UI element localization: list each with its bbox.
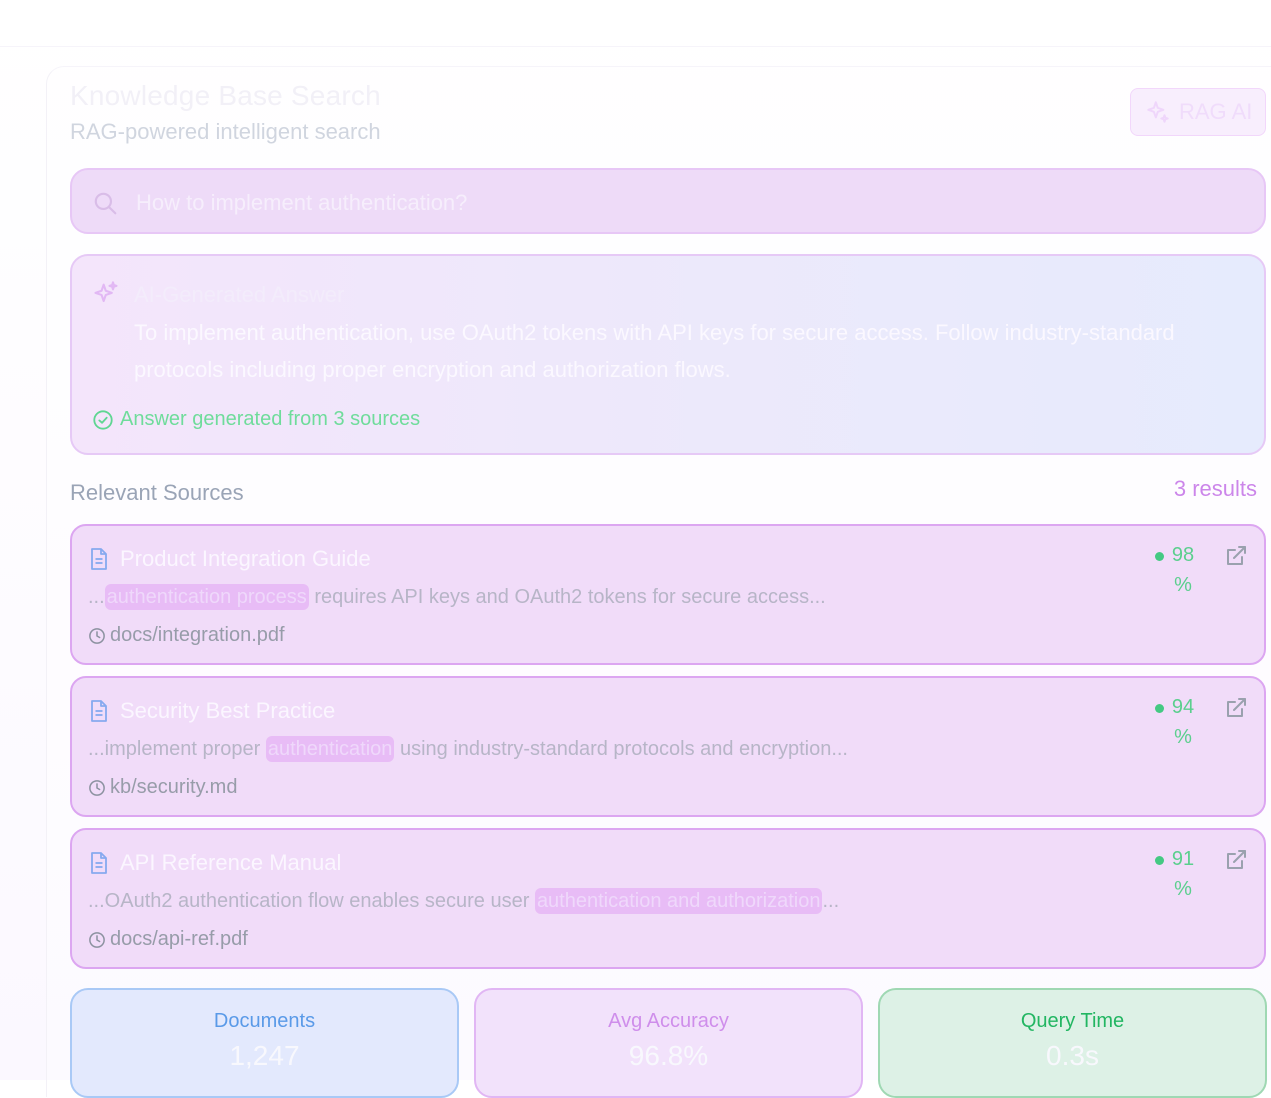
score-unit: % (1174, 726, 1192, 748)
score-unit: % (1174, 574, 1192, 596)
rag-ai-badge[interactable]: RAG AI (1130, 88, 1266, 136)
snippet-highlight: authentication process (104, 584, 309, 610)
stat-accuracy-label: Avg Accuracy (608, 1010, 729, 1032)
snippet-after: using industry-standard protocols and en… (394, 738, 848, 760)
source-path: kb/security.md (88, 776, 237, 799)
page-title: Knowledge Base Search (70, 80, 381, 111)
source-path-text: docs/integration.pdf (110, 624, 285, 646)
source-card[interactable]: Product Integration Guide ... authenticat… (70, 524, 1266, 665)
score-dot (1155, 552, 1164, 561)
snippet-before: ... (88, 586, 105, 608)
external-link-icon[interactable] (1224, 544, 1248, 568)
results-count: 3 results (1173, 476, 1257, 501)
source-snippet: ... authentication process requires API k… (88, 584, 826, 610)
snippet-after: requires API keys and OAuth2 tokens for … (308, 586, 826, 608)
sparkles-icon (94, 281, 118, 303)
source-path: docs/api-ref.pdf (88, 928, 248, 951)
source-card[interactable]: Security Best Practice ...implement prop… (70, 676, 1266, 817)
document-icon (91, 548, 107, 570)
source-title[interactable]: Security Best Practice (120, 698, 335, 724)
source-path-text: docs/api-ref.pdf (110, 928, 248, 950)
relevance-score: 91% (1155, 844, 1198, 904)
snippet-before: ...implement proper (88, 738, 266, 760)
score-unit: % (1174, 878, 1192, 900)
page-subtitle: RAG-powered intelligent search (70, 119, 381, 144)
rag-ai-badge-label: RAG AI (1179, 99, 1253, 124)
stat-query-time: Query Time 0.3s (878, 988, 1267, 1098)
search-input[interactable]: How to implement authentication? (136, 190, 467, 216)
snippet-highlight: authentication (265, 736, 395, 762)
clock-icon (89, 931, 105, 948)
answer-source-note: Answer generated from 3 sources (92, 408, 420, 431)
source-card[interactable]: API Reference Manual ...OAuth2 authentic… (70, 828, 1266, 969)
search-bar[interactable]: How to implement authentication? (70, 168, 1266, 234)
snippet-highlight: authentication and authorization (534, 888, 823, 914)
score-value: 91 (1171, 848, 1195, 870)
relevance-score: 94% (1155, 692, 1198, 752)
relevance-score: 98% (1155, 540, 1198, 600)
ai-answer-card: AI-Generated Answer To implement authent… (70, 254, 1266, 455)
app-window: Knowledge Base Search RAG-powered intell… (0, 0, 1271, 1098)
sources-heading: Relevant Sources (70, 480, 244, 505)
source-path-text: kb/security.md (110, 776, 238, 798)
stat-documents-value: 1,247 (229, 1040, 300, 1071)
search-icon (94, 192, 117, 215)
source-title[interactable]: API Reference Manual (120, 850, 341, 876)
stat-accuracy: Avg Accuracy 96.8% (474, 988, 863, 1098)
snippet-before: ...OAuth2 authentication flow enables se… (88, 890, 535, 912)
document-icon (91, 700, 107, 722)
source-snippet: ...implement proper authentication using… (88, 736, 848, 762)
stat-documents: Documents 1,247 (70, 988, 459, 1098)
snippet-after: ... (822, 890, 840, 912)
score-value: 98 (1171, 544, 1195, 566)
answer-source-note-text: Answer generated from 3 sources (120, 408, 421, 430)
score-dot (1155, 704, 1164, 713)
document-icon (91, 852, 107, 874)
clock-icon (89, 627, 105, 644)
score-dot (1155, 856, 1164, 865)
answer-body: To implement authentication, use OAuth2 … (134, 320, 1175, 382)
clock-icon (89, 779, 105, 796)
stat-query-time-value: 0.3s (1046, 1040, 1099, 1071)
stat-documents-label: Documents (213, 1010, 316, 1032)
stat-accuracy-value: 96.8% (628, 1040, 709, 1071)
check-circle-icon (93, 409, 113, 430)
source-path: docs/integration.pdf (88, 624, 285, 647)
score-value: 94 (1171, 696, 1195, 718)
sparkles-icon (1147, 101, 1169, 123)
external-link-icon[interactable] (1224, 848, 1248, 872)
source-snippet: ...OAuth2 authentication flow enables se… (88, 888, 839, 914)
external-link-icon[interactable] (1224, 696, 1248, 720)
answer-heading: AI-Generated Answer (134, 282, 345, 307)
source-title[interactable]: Product Integration Guide (120, 546, 371, 572)
top-divider (0, 46, 1271, 47)
stat-query-time-label: Query Time (1020, 1010, 1125, 1032)
